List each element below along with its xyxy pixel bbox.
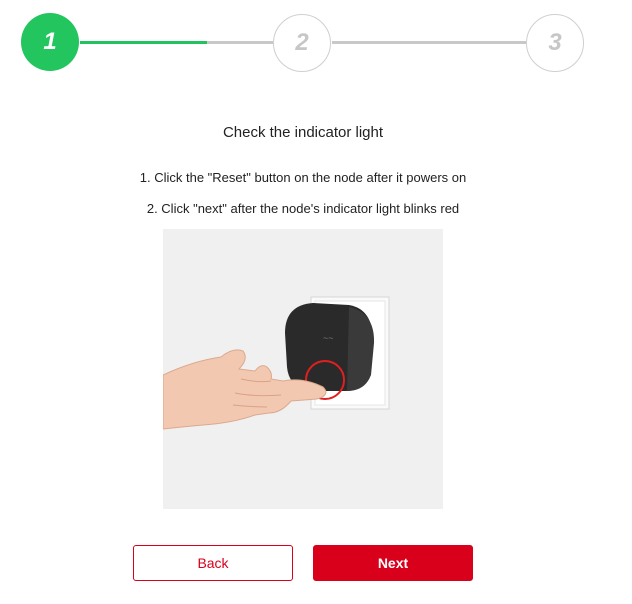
svg-text:~~: ~~	[323, 333, 334, 343]
page-title: Check the indicator light	[222, 124, 384, 141]
instruction-2: 2. Click "next" after the node's indicat…	[146, 201, 460, 216]
hand-pressing-reset-button-icon: ~~	[163, 229, 443, 509]
instruction-1: 1. Click the "Reset" button on the node …	[139, 170, 467, 185]
step-2-circle: 2	[273, 14, 331, 72]
step-3-circle: 3	[526, 14, 584, 72]
step-1-circle: 1	[21, 13, 79, 71]
step-indicator: 1 2 3	[0, 0, 632, 90]
next-button[interactable]: Next	[313, 545, 473, 581]
setup-wizard-page: 1 2 3 Check the indicator light 1. Click…	[0, 0, 632, 604]
back-button[interactable]: Back	[133, 545, 293, 581]
reset-instruction-illustration: ~~	[163, 229, 443, 509]
progress-line-2-3	[332, 41, 526, 44]
progress-line-fill	[80, 41, 208, 44]
progress-line-1-2	[80, 41, 273, 44]
